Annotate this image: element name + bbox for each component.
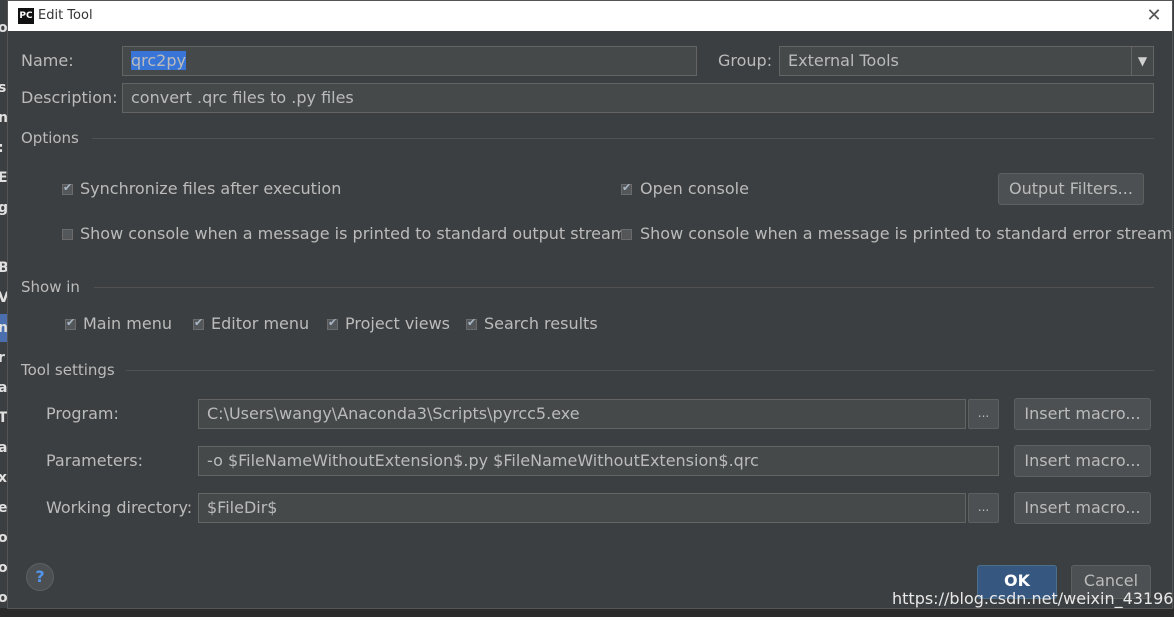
parameters-insert-macro-button[interactable]: Insert macro... [1014, 445, 1151, 477]
editor-menu-label: Editor menu [211, 314, 310, 333]
sync-files-label: Synchronize files after execution [80, 179, 342, 198]
show-console-stdout-label: Show console when a message is printed t… [80, 224, 627, 243]
main-menu-checkbox[interactable] [65, 316, 76, 330]
watermark-url: https://blog.csdn.net/weixin_43196262 [892, 589, 1174, 608]
pycharm-app-icon: PC [18, 8, 34, 24]
open-console-label: Open console [640, 179, 749, 198]
bg-letter: : [0, 140, 4, 156]
name-field[interactable]: qrc2py [122, 46, 697, 76]
help-icon[interactable]: ? [26, 563, 54, 591]
show-in-separator [94, 287, 1154, 288]
group-combobox[interactable]: External Tools ▼ [779, 46, 1154, 76]
options-separator [92, 138, 1154, 139]
edit-tool-dialog: PC Edit Tool ✕ Name: qrc2py Group: Exter… [7, 0, 1173, 609]
background-ide-bottom [0, 608, 1174, 617]
show-in-section-title: Show in [21, 278, 80, 296]
project-views-checkbox[interactable] [327, 316, 338, 330]
parameters-field[interactable]: -o $FileNameWithoutExtension$.py $FileNa… [198, 446, 999, 476]
tool-settings-separator [126, 370, 1154, 371]
bg-letter: s [0, 80, 7, 96]
program-insert-macro-button[interactable]: Insert macro... [1014, 398, 1151, 430]
editor-menu-checkbox[interactable] [193, 316, 204, 330]
bg-letter: x [0, 470, 8, 486]
working-directory-browse-button[interactable]: ... [968, 493, 999, 523]
show-console-stdout-checkbox[interactable] [62, 229, 73, 240]
description-field[interactable]: convert .qrc files to .py files [122, 83, 1154, 113]
group-combobox-value: External Tools [788, 51, 899, 70]
name-label: Name: [21, 51, 74, 70]
output-filters-button[interactable]: Output Filters... [998, 173, 1144, 205]
show-console-stderr-checkbox[interactable] [621, 229, 632, 240]
window-title: Edit Tool [38, 8, 93, 23]
description-label: Description: [21, 88, 118, 107]
open-console-checkbox[interactable] [621, 181, 632, 195]
bg-letter: r [0, 350, 5, 366]
tool-settings-section-title: Tool settings [21, 361, 115, 379]
parameters-label: Parameters: [46, 451, 143, 470]
show-console-stderr-label: Show console when a message is printed t… [640, 224, 1173, 243]
sync-files-checkbox[interactable] [62, 181, 73, 195]
main-menu-label: Main menu [83, 314, 172, 333]
options-section-title: Options [21, 129, 79, 147]
search-results-checkbox[interactable] [466, 316, 477, 330]
program-label: Program: [46, 404, 119, 423]
search-results-label: Search results [484, 314, 598, 333]
program-browse-button[interactable]: ... [968, 399, 999, 429]
title-bar: PC Edit Tool ✕ [8, 1, 1172, 31]
working-directory-insert-macro-button[interactable]: Insert macro... [1014, 492, 1151, 524]
program-field[interactable]: C:\Users\wangy\Anaconda3\Scripts\pyrcc5.… [198, 399, 966, 429]
working-directory-field[interactable]: $FileDir$ [198, 493, 966, 523]
dropdown-arrow-icon[interactable]: ▼ [1131, 47, 1153, 75]
name-field-value: qrc2py [131, 51, 186, 70]
project-views-label: Project views [345, 314, 451, 333]
group-label: Group: [718, 51, 773, 70]
working-directory-label: Working directory: [46, 498, 193, 517]
close-icon[interactable]: ✕ [1141, 4, 1167, 28]
